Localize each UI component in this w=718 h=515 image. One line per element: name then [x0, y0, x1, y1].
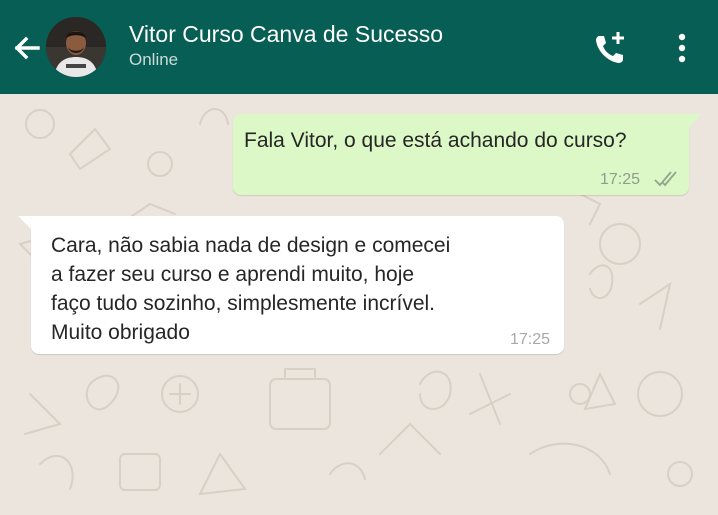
add-call-button[interactable] [591, 29, 631, 69]
message-text: Fala Vitor, o que está achando do curso? [244, 129, 627, 152]
outgoing-bubble-tail [689, 114, 701, 128]
contact-status: Online [129, 50, 179, 69]
incoming-bubble-tail [18, 216, 32, 230]
back-button[interactable] [8, 29, 46, 67]
incoming-message[interactable]: Cara, não sabia nada de design e comecei… [31, 216, 564, 354]
arrow-left-icon [14, 36, 40, 60]
contact-name[interactable]: Vitor Curso Canva de Sucesso [129, 21, 443, 48]
avatar[interactable] [46, 17, 106, 77]
message-time: 17:25 [600, 171, 641, 188]
message-text: Cara, não sabia nada de design e comecei… [51, 234, 451, 344]
add-call-icon [596, 32, 624, 63]
message-time: 17:25 [510, 331, 551, 348]
chat-header: Vitor Curso Canva de Sucesso Online [0, 0, 718, 94]
outgoing-message[interactable]: Fala Vitor, o que está achando do curso?… [233, 114, 689, 195]
more-vertical-icon [678, 33, 686, 63]
double-check-icon [654, 171, 677, 187]
menu-button[interactable] [668, 30, 696, 68]
